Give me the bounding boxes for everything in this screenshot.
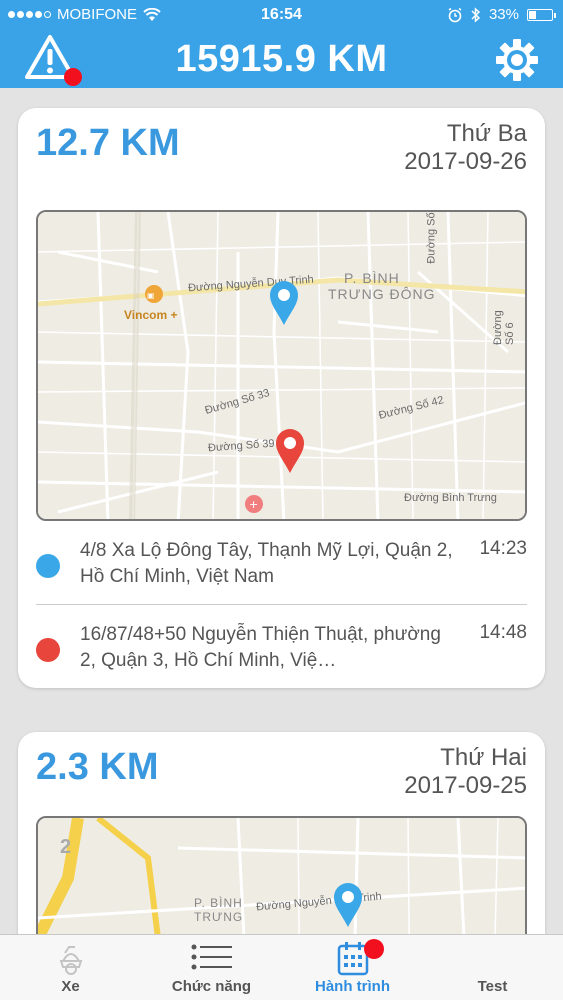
- svg-text:+: +: [249, 498, 258, 511]
- map-label: P. BÌNH: [194, 896, 243, 910]
- map-tiles: ▣ +: [38, 212, 525, 519]
- tab-test[interactable]: Test: [422, 935, 563, 1000]
- map-label: P. BÌNH: [344, 270, 400, 286]
- status-bar: MOBIFONE 16:54 33%: [0, 0, 563, 30]
- tab-chuc-nang[interactable]: Chức năng: [141, 935, 282, 1000]
- tab-label: Chức năng: [171, 978, 252, 995]
- trip-card[interactable]: 12.7 KM Thứ Ba 2017-09-26 ▣ + Đường Nguy…: [18, 108, 545, 688]
- battery-icon: [527, 8, 556, 21]
- start-address: 4/8 Xa Lộ Đông Tây, Thạnh Mỹ Lợi, Quận 2…: [80, 540, 453, 587]
- tab-label: Hành trình: [315, 978, 390, 995]
- gear-icon: [496, 39, 538, 81]
- start-pin-icon[interactable]: [268, 280, 300, 326]
- list-icon: [191, 944, 232, 970]
- bluetooth-icon: [471, 6, 481, 23]
- trip-date: 2017-09-25: [404, 772, 527, 799]
- map-label: Đường Số: [425, 212, 438, 264]
- trip-weekday: Thứ Hai: [440, 744, 527, 771]
- alarm-icon: [448, 7, 462, 22]
- end-time: 14:48: [479, 622, 527, 643]
- map-label: Vincom +: [124, 308, 178, 322]
- tab-hanh-trinh[interactable]: Hành trình: [282, 935, 423, 1000]
- map-label: 2: [60, 836, 72, 858]
- header: 15915.9 KM: [0, 30, 563, 88]
- battery-percent: 33%: [488, 6, 519, 23]
- divider: [36, 604, 527, 605]
- map-tiles: [38, 818, 525, 934]
- map-label: Đường Số 6: [492, 310, 516, 345]
- tab-xe[interactable]: Xe: [0, 935, 141, 1000]
- trip-map[interactable]: ▣ + Đường Nguyễn Duy Trinh P. BÌNH TRƯNG…: [36, 210, 527, 521]
- trip-distance: 2.3 KM: [36, 746, 159, 788]
- tab-label: Xe: [61, 978, 80, 995]
- svg-text:▣: ▣: [147, 291, 155, 300]
- trip-start: 4/8 Xa Lộ Đông Tây, Thạnh Mỹ Lợi, Quận 2…: [36, 534, 527, 606]
- settings-button[interactable]: [495, 38, 539, 82]
- start-dot: [36, 554, 60, 578]
- map-label: TRƯNG: [194, 910, 244, 924]
- start-time: 14:23: [479, 538, 527, 559]
- map-label: Đường Bình Trưng: [404, 492, 497, 504]
- trip-distance: 12.7 KM: [36, 122, 180, 164]
- notification-badge: [364, 939, 384, 959]
- trip-date: 2017-09-26: [404, 148, 527, 175]
- end-pin-icon[interactable]: [274, 428, 306, 474]
- total-distance: 15915.9 KM: [175, 38, 388, 80]
- trip-weekday: Thứ Ba: [446, 120, 527, 147]
- map-label: TRƯNG ĐÔNG: [328, 286, 436, 302]
- scooter-icon: [59, 946, 82, 975]
- trip-end: 16/87/48+50 Nguyễn Thiện Thuật, phường 2…: [36, 618, 527, 688]
- end-address: 16/87/48+50 Nguyễn Thiện Thuật, phường 2…: [80, 624, 441, 671]
- trip-list[interactable]: 12.7 KM Thứ Ba 2017-09-26 ▣ + Đường Nguy…: [0, 88, 563, 934]
- trip-card[interactable]: 2.3 KM Thứ Hai 2017-09-25 2 P. BÌNH TRƯN…: [18, 732, 545, 934]
- end-dot: [36, 638, 60, 662]
- start-pin-icon[interactable]: [332, 882, 364, 928]
- trip-map[interactable]: 2 P. BÌNH TRƯNG Đường Nguyễn Duy Trinh: [36, 816, 527, 934]
- tab-bar: Xe Chức năng Hành trình Test: [0, 934, 563, 1000]
- tab-label: Test: [477, 978, 508, 995]
